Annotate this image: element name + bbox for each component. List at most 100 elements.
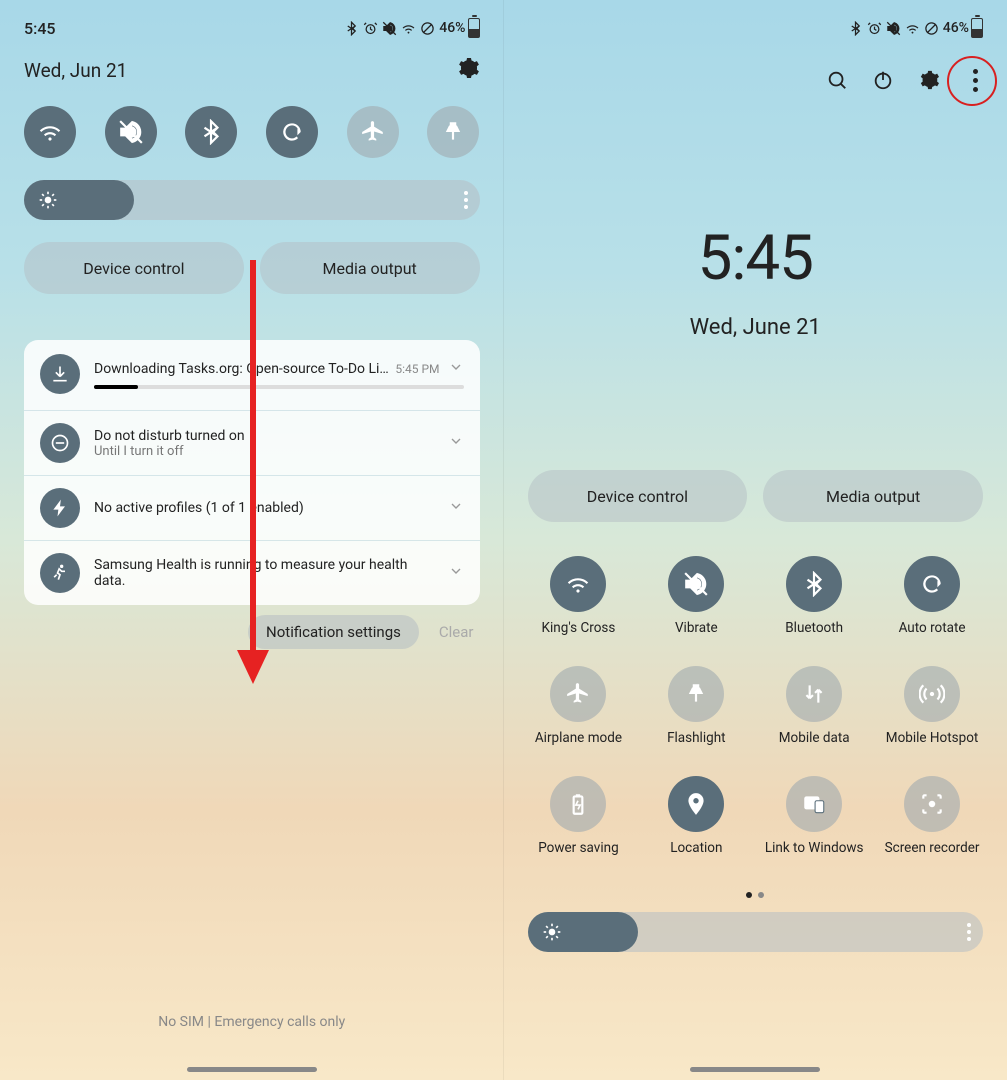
bluetooth-icon [848, 21, 863, 36]
media-output-button[interactable]: Media output [763, 470, 983, 522]
tile-label: Bluetooth [785, 620, 843, 654]
swipe-down-arrow-annotation [250, 260, 269, 684]
no-signal-icon [924, 21, 939, 36]
status-bar: 46% [528, 14, 984, 42]
nav-handle[interactable] [690, 1067, 820, 1072]
power-button[interactable] [871, 68, 895, 92]
media-output-button[interactable]: Media output [260, 242, 480, 294]
no-signal-icon [420, 21, 435, 36]
status-icons: 46% [848, 18, 983, 38]
flashlight-icon [683, 681, 709, 707]
bluetooth-icon [801, 571, 827, 597]
quick-settings-grid: King's Cross Vibrate Bluetooth Auto rota… [528, 556, 984, 874]
brightness-icon [542, 922, 562, 942]
settings-button[interactable] [456, 56, 480, 84]
power-icon [872, 69, 894, 91]
tile-rotate[interactable]: Auto rotate [881, 556, 983, 654]
dnd-icon [40, 423, 80, 463]
tile-vibrate[interactable]: Vibrate [645, 556, 747, 654]
mobile-data-icon [801, 681, 827, 707]
brightness-menu-button[interactable] [967, 923, 971, 941]
notification-settings-button[interactable]: Notification settings [248, 615, 419, 649]
toggle-sound[interactable] [105, 106, 157, 158]
alarm-icon [363, 21, 378, 36]
rotate-icon [279, 119, 305, 145]
tile-hotspot[interactable]: Mobile Hotspot [881, 666, 983, 764]
alarm-icon [867, 21, 882, 36]
status-bar: 5:45 46% [24, 14, 480, 42]
bluetooth-icon [344, 21, 359, 36]
mute-icon [683, 571, 709, 597]
clear-button[interactable]: Clear [433, 615, 480, 649]
quick-toggle-row [24, 106, 480, 158]
wifi-icon [905, 21, 920, 36]
tile-mobile-data[interactable]: Mobile data [763, 666, 865, 764]
bluetooth-icon [198, 119, 224, 145]
tile-power-saving[interactable]: Power saving [528, 776, 630, 874]
battery-indicator: 46% [943, 18, 983, 38]
notification-time: 5:45 PM [395, 362, 439, 376]
tile-label: Screen recorder [885, 840, 980, 874]
highlight-circle-annotation [947, 56, 997, 106]
airplane-icon [360, 119, 386, 145]
tile-link-windows[interactable]: Link to Windows [763, 776, 865, 874]
tile-label: King's Cross [542, 620, 616, 654]
wifi-icon [565, 571, 591, 597]
tile-label: Mobile Hotspot [886, 730, 979, 764]
page-indicator[interactable] [528, 892, 984, 898]
tile-label: Airplane mode [535, 730, 622, 764]
location-icon [683, 791, 709, 817]
chevron-down-icon[interactable] [448, 433, 464, 453]
panel-date: Wed, Jun 21 [24, 59, 127, 82]
tile-screen-recorder[interactable]: Screen recorder [881, 776, 983, 874]
status-time: 5:45 [24, 19, 56, 38]
download-progress [94, 385, 464, 389]
tile-location[interactable]: Location [645, 776, 747, 874]
airplane-icon [565, 681, 591, 707]
record-icon [919, 791, 945, 817]
rotate-icon [919, 571, 945, 597]
chevron-down-icon[interactable] [448, 563, 464, 583]
tile-bluetooth[interactable]: Bluetooth [763, 556, 865, 654]
gear-icon [918, 69, 940, 91]
nav-handle[interactable] [187, 1067, 317, 1072]
link-icon [801, 791, 827, 817]
tile-label: Auto rotate [899, 620, 966, 654]
brightness-slider[interactable] [24, 180, 480, 220]
flashlight-icon [440, 119, 466, 145]
right-panel: 46% 5:45 Wed, June 21 Device control Med… [504, 0, 1007, 1080]
chevron-down-icon[interactable] [448, 498, 464, 518]
tile-label: Vibrate [675, 620, 718, 654]
chevron-down-icon[interactable] [448, 359, 464, 379]
brightness-menu-button[interactable] [464, 191, 468, 209]
bolt-icon [40, 488, 80, 528]
toggle-airplane[interactable] [347, 106, 399, 158]
expanded-clock: 5:45 [528, 222, 984, 295]
battery-percent: 46% [943, 20, 969, 36]
wifi-icon [37, 119, 63, 145]
tile-label: Location [670, 840, 722, 874]
brightness-icon [38, 190, 58, 210]
brightness-slider[interactable] [528, 912, 984, 952]
toggle-bluetooth[interactable] [185, 106, 237, 158]
tile-wifi[interactable]: King's Cross [528, 556, 630, 654]
tile-flashlight[interactable]: Flashlight [645, 666, 747, 764]
toggle-rotate[interactable] [266, 106, 318, 158]
toggle-flashlight[interactable] [427, 106, 479, 158]
wifi-icon [401, 21, 416, 36]
search-icon [826, 69, 848, 91]
tile-label: Power saving [538, 840, 618, 874]
battery-percent: 46% [439, 20, 465, 36]
hotspot-icon [919, 681, 945, 707]
device-control-button[interactable]: Device control [24, 242, 244, 294]
device-control-button[interactable]: Device control [528, 470, 748, 522]
running-icon [40, 553, 80, 593]
tile-airplane[interactable]: Airplane mode [528, 666, 630, 764]
gear-icon [456, 56, 480, 80]
tile-label: Flashlight [667, 730, 726, 764]
mute-icon [886, 21, 901, 36]
mute-icon [118, 119, 144, 145]
settings-button[interactable] [917, 68, 941, 92]
toggle-wifi[interactable] [24, 106, 76, 158]
search-button[interactable] [825, 68, 849, 92]
